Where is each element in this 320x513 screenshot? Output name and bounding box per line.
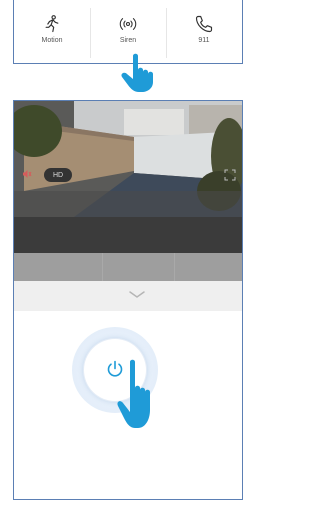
divider <box>174 253 175 281</box>
call-911-label: 911 <box>198 37 210 44</box>
action-bar: Motion Siren 911 <box>13 0 243 64</box>
motion-running-icon <box>45 15 59 33</box>
siren-icon <box>119 18 137 30</box>
camera-scene-image <box>14 101 242 217</box>
fullscreen-expand-icon[interactable] <box>224 169 236 181</box>
motion-button[interactable]: Motion <box>14 0 90 63</box>
divider <box>102 253 103 281</box>
call-911-button[interactable]: 911 <box>166 0 242 63</box>
live-video-feed[interactable]: HD <box>14 101 242 217</box>
phone-icon <box>195 15 213 33</box>
siren-button[interactable]: Siren <box>90 0 166 63</box>
hd-quality-toggle[interactable]: HD <box>44 168 72 182</box>
video-controls-strip <box>14 217 242 253</box>
dimmed-action-bar <box>14 253 242 281</box>
power-button[interactable] <box>84 339 146 401</box>
power-icon <box>107 360 123 377</box>
motion-label: Motion <box>41 37 63 44</box>
chevron-down-icon[interactable] <box>128 290 146 300</box>
camera-view-panel: HD <box>13 100 243 500</box>
power-button-halo <box>72 327 158 413</box>
siren-label: Siren <box>119 37 137 44</box>
mute-speaker-icon[interactable] <box>22 169 32 179</box>
